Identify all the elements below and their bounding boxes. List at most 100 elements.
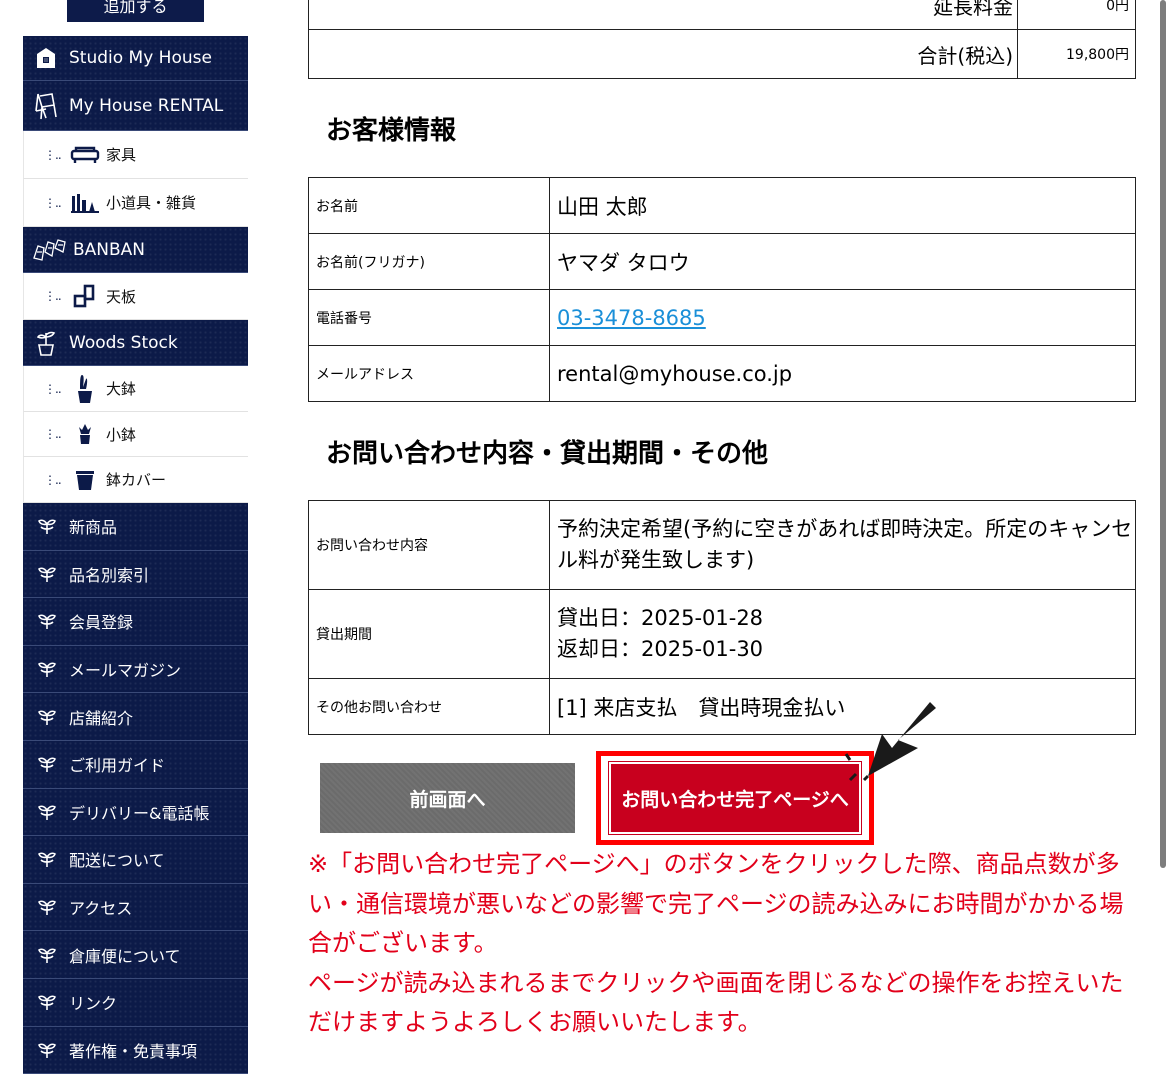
sidebar-menu: 新商品 品名別索引 会員登録 メールマガジン 店舗紹介 ご利用ガイド デリバリー… (23, 503, 248, 1074)
sidebar-section-woods-stock[interactable]: Woods Stock (23, 320, 248, 366)
period-value: 貸出日：2025-01-28 返却日：2025-01-30 (549, 589, 1136, 679)
sidebar-section-banban[interactable]: BANBAN (23, 227, 248, 273)
sidebar-menu-label: 新商品 (69, 518, 118, 538)
kana-value: ヤマダ タロウ (549, 233, 1136, 290)
leaf-icon (37, 660, 59, 678)
pointer-arrow-icon (838, 700, 948, 794)
sidebar-menu-label: 著作権・免責事項 (69, 1041, 198, 1061)
scrollbar[interactable] (1160, 0, 1166, 868)
banban-logo-icon (31, 235, 69, 265)
sidebar-item-large-pot[interactable]: ⋮.. 大鉢 (23, 366, 248, 412)
kana-label: お名前(フリガナ) (308, 233, 550, 290)
sidebar-section-label: My House RENTAL (69, 95, 224, 116)
main-content: 延長料金 0円 合計(税込) 19,800円 お客様情報 お名前 山田 太郎 お… (308, 0, 1136, 1036)
inquiry-content-label: お問い合わせ内容 (308, 500, 550, 590)
sidebar-menu-item[interactable]: 会員登録 (23, 598, 248, 646)
name-value: 山田 太郎 (549, 177, 1136, 234)
notice-line-1: ※「お問い合わせ完了ページへ」のボタンをクリックした際、商品点数が多い・通信環境… (308, 850, 1124, 957)
sidebar-item-label: 小鉢 (106, 425, 137, 444)
props-icon (68, 190, 102, 216)
table-row: お名前 山田 太郎 (308, 177, 1136, 234)
leaf-icon (37, 612, 59, 630)
sidebar-section-label: BANBAN (73, 239, 146, 260)
chair-icon (31, 91, 61, 121)
sidebar-item-pot-cover[interactable]: ⋮.. 鉢カバー (23, 457, 248, 503)
tree-dots-icon: ⋮.. (44, 289, 62, 303)
table-row: その他お問い合わせ [1] 来店支払 貸出時現金払い (308, 678, 1136, 735)
sidebar-item-small-pot[interactable]: ⋮.. 小鉢 (23, 412, 248, 457)
leaf-icon (37, 803, 59, 821)
other-label: その他お問い合わせ (308, 678, 550, 735)
sidebar-menu-item[interactable]: ご利用ガイド (23, 740, 248, 789)
leaf-icon (37, 517, 59, 535)
sidebar-menu-label: リンク (69, 994, 118, 1014)
sidebar-menu-item[interactable]: 配送について (23, 836, 248, 884)
phone-cell: 03-3478-8685 (549, 289, 1136, 346)
sidebar-section-my-house-rental[interactable]: My House RENTAL (23, 81, 248, 131)
sidebar-item-label: 小道具・雑貨 (106, 194, 197, 212)
previous-page-button[interactable]: 前画面へ (320, 763, 575, 833)
price-summary-table: 延長料金 0円 合計(税込) 19,800円 (308, 0, 1136, 79)
sidebar-menu-item[interactable]: 新商品 (23, 503, 248, 551)
inquiry-complete-button[interactable]: お問い合わせ完了ページへ (608, 761, 862, 835)
sidebar-item-label: 大鉢 (106, 380, 137, 398)
leaf-icon (37, 1041, 59, 1059)
inquiry-heading: お問い合わせ内容・貸出期間・その他 (326, 438, 769, 469)
leaf-icon (37, 850, 59, 868)
sidebar-menu-item[interactable]: 店舗紹介 (23, 693, 248, 741)
sidebar-menu-item[interactable]: デリバリー&電話帳 (23, 788, 248, 837)
complete-button-highlight: お問い合わせ完了ページへ (596, 751, 874, 845)
add-area: 追加する (23, 0, 248, 36)
sidebar-item-tabletop[interactable]: ⋮.. 天板 (23, 273, 248, 320)
extension-fee-label: 延長料金 (308, 0, 1018, 30)
plant-icon (31, 328, 61, 358)
sidebar-menu-item[interactable]: メールマガジン (23, 645, 248, 694)
sidebar-item-furniture[interactable]: ⋮.. 家具 (23, 131, 248, 179)
sidebar-menu-label: 倉庫便について (69, 946, 181, 966)
name-label: お名前 (308, 177, 550, 234)
sidebar-section-studio-my-house[interactable]: Studio My House (23, 36, 248, 81)
phone-label: 電話番号 (308, 289, 550, 346)
sofa-icon (68, 142, 102, 168)
sidebar-section-label: Woods Stock (69, 332, 178, 353)
phone-link[interactable]: 03-3478-8685 (557, 306, 706, 330)
inquiry-content-value: 予約決定希望(予約に空きがあれば即時決定。所定のキャンセル料が発生致します) (549, 500, 1136, 590)
sidebar-menu-label: アクセス (69, 899, 133, 919)
leaf-icon (37, 708, 59, 726)
tabletop-icon (68, 283, 102, 309)
sidebar-menu-item[interactable]: アクセス (23, 883, 248, 932)
customer-info-table: お名前 山田 太郎 お名前(フリガナ) ヤマダ タロウ 電話番号 03-3478… (308, 177, 1136, 402)
large-pot-icon (68, 374, 102, 403)
tree-dots-icon: ⋮.. (44, 195, 62, 210)
house-icon (31, 43, 61, 73)
sidebar-menu-label: 店舗紹介 (69, 708, 134, 728)
sidebar-menu-item[interactable]: 品名別索引 (23, 550, 248, 599)
sidebar-menu-label: デリバリー&電話帳 (69, 803, 210, 823)
sidebar-item-label: 家具 (106, 146, 137, 164)
sidebar-menu-label: 品名別索引 (69, 565, 150, 585)
table-row: 延長料金 0円 (308, 0, 1136, 30)
notice-line-2: ページが読み込まれるまでクリックや画面を閉じるなどの操作をお控えいただけますよう… (308, 968, 1124, 1037)
add-button[interactable]: 追加する (67, 0, 204, 22)
sidebar-menu-label: メールマガジン (69, 661, 182, 681)
sidebar-section-label: Studio My House (69, 48, 212, 68)
email-label: メールアドレス (308, 345, 550, 402)
sidebar-item-props[interactable]: ⋮.. 小道具・雑貨 (23, 179, 248, 227)
customer-info-heading: お客様情報 (326, 115, 457, 146)
sidebar-item-label: 鉢カバー (106, 471, 167, 489)
sidebar-menu-item[interactable]: 倉庫便について (23, 931, 248, 979)
small-pot-icon (68, 421, 102, 447)
tree-dots-icon: ⋮.. (44, 472, 62, 487)
leaf-icon (37, 946, 59, 964)
table-row: 合計(税込) 19,800円 (308, 29, 1136, 79)
leaf-icon (37, 565, 59, 583)
email-value: rental@myhouse.co.jp (549, 345, 1136, 402)
sidebar-menu-item[interactable]: リンク (23, 978, 248, 1027)
sidebar-menu-item[interactable]: 著作権・免責事項 (23, 1026, 248, 1074)
table-row: 電話番号 03-3478-8685 (308, 289, 1136, 346)
leaf-icon (37, 993, 59, 1011)
sidebar-menu-label: ご利用ガイド (69, 756, 166, 776)
notice-text: ※「お問い合わせ完了ページへ」のボタンをクリックした際、商品点数が多い・通信環境… (308, 845, 1138, 1043)
total-value: 19,800円 (1017, 29, 1136, 79)
inquiry-heading-wrap: お問い合わせ内容・貸出期間・その他 (308, 402, 1136, 500)
